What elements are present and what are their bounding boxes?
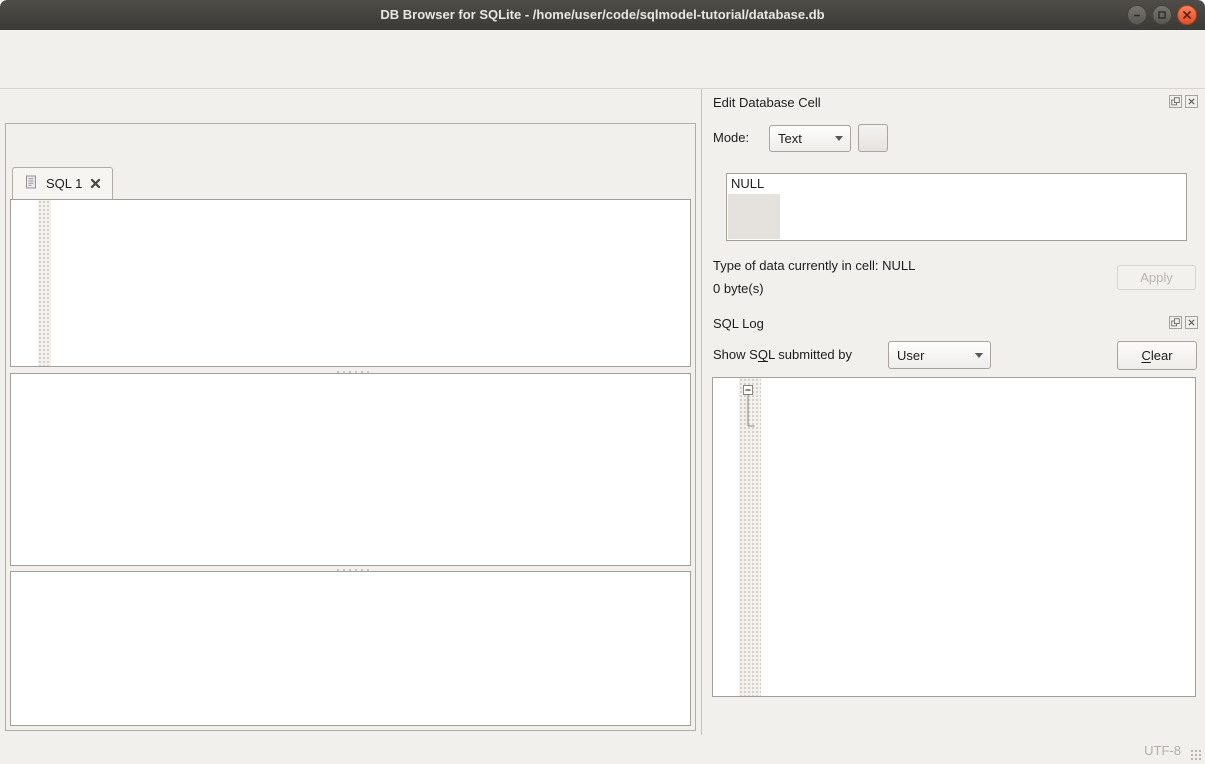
execute-sql-pane: SQL 1 (5, 123, 696, 731)
dock-close-icon[interactable] (1185, 316, 1198, 329)
cell-value: NULL (731, 176, 764, 191)
edit-cell-dock-title: Edit Database Cell (713, 95, 821, 110)
sql-editor[interactable] (10, 199, 691, 367)
right-dock: Edit Database Cell Mode: Text NULL Type … (701, 89, 1205, 735)
log-source-value: User (897, 348, 924, 363)
left-panel: SQL 1 (0, 89, 701, 735)
dock-buttons (1169, 95, 1198, 108)
statusbar: UTF-8 (0, 735, 1205, 764)
import-data-button[interactable] (858, 124, 888, 152)
encoding-status: UTF-8 (1144, 743, 1181, 758)
mode-value: Text (778, 131, 802, 146)
log-code (761, 378, 1195, 696)
sql-editor-tab[interactable]: SQL 1 (12, 167, 113, 199)
app-window: DB Browser for SQLite - /home/user/code/… (0, 0, 1205, 764)
main-toolbar (0, 55, 1205, 89)
sql-tab-bar: SQL 1 (12, 165, 113, 199)
cell-size-text: 0 byte(s) (713, 281, 764, 296)
sql-tab-label: SQL 1 (46, 176, 82, 191)
window-title: DB Browser for SQLite - /home/user/code/… (0, 0, 1205, 30)
editor-fold-margin (38, 200, 51, 366)
workspace: SQL 1 Edit Database Cell (0, 89, 1205, 735)
close-icon[interactable] (1177, 5, 1197, 25)
cell-type-text: Type of data currently in cell: NULL (713, 258, 915, 273)
mode-label: Mode: (713, 130, 749, 145)
log-line-numbers (713, 378, 739, 696)
sql-log-view[interactable] (712, 377, 1196, 697)
sql-document-icon (23, 174, 39, 193)
log-fold-margin (739, 378, 761, 696)
resize-grip[interactable] (1190, 749, 1202, 761)
dock-float-icon[interactable] (1169, 316, 1182, 329)
fold-tree-icon[interactable] (739, 378, 761, 508)
editor-code (51, 200, 690, 366)
close-tab-icon[interactable] (89, 177, 102, 190)
results-grid[interactable] (10, 373, 691, 566)
maximize-icon[interactable] (1152, 5, 1172, 25)
window-controls (1127, 5, 1197, 25)
log-source-select[interactable]: User (888, 341, 991, 369)
apply-button[interactable]: Apply (1117, 265, 1196, 290)
mode-select[interactable]: Text (769, 125, 851, 152)
sql-log-dock-title: SQL Log (713, 316, 764, 331)
execution-message (10, 571, 691, 726)
dock-buttons (1169, 316, 1198, 329)
editor-line-numbers (11, 200, 38, 366)
chevron-down-icon (835, 136, 843, 141)
titlebar[interactable]: DB Browser for SQLite - /home/user/code/… (0, 0, 1205, 30)
cell-value-editor[interactable]: NULL (726, 173, 1187, 241)
menubar (0, 30, 1205, 55)
dock-float-icon[interactable] (1169, 95, 1182, 108)
dock-close-icon[interactable] (1185, 95, 1198, 108)
minimize-icon[interactable] (1127, 5, 1147, 25)
log-filter-label: Show SQL submitted by (713, 347, 852, 362)
chevron-down-icon (975, 353, 983, 358)
clear-log-button[interactable]: Clear (1117, 341, 1197, 370)
cell-editor-margin (728, 194, 780, 239)
